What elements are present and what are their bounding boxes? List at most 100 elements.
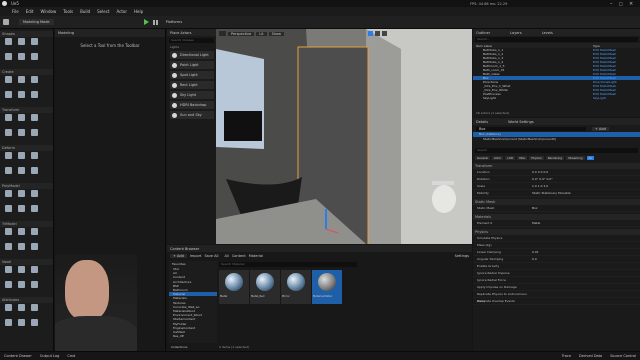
asset-tile[interactable]: Mirror xyxy=(281,270,311,304)
viewport-menu-button[interactable] xyxy=(219,31,226,36)
breadcrumb-content[interactable]: Content xyxy=(232,254,246,258)
tool-button[interactable] xyxy=(2,205,15,218)
play-icon[interactable] xyxy=(143,19,149,25)
platforms-button[interactable]: Platforms xyxy=(166,20,183,24)
level-viewport[interactable]: Perspective Lit Show 10 10° 0.25 4 xyxy=(216,29,472,244)
details-filter-tab[interactable]: All xyxy=(586,156,594,160)
tool-button[interactable] xyxy=(28,190,41,203)
outliner-row[interactable]: SkyLight SkyLight xyxy=(473,96,640,100)
outliner-tab[interactable]: Outliner xyxy=(476,31,490,35)
levels-tab[interactable]: Levels xyxy=(542,31,553,35)
menu-select[interactable]: Select xyxy=(97,9,109,14)
collections-header[interactable]: Collections xyxy=(171,345,187,349)
camera-speed-value[interactable]: 4 xyxy=(419,32,421,36)
tool-button[interactable] xyxy=(28,167,41,180)
tool-button[interactable] xyxy=(15,205,28,218)
grid-snap-value[interactable]: 10 xyxy=(391,32,395,36)
modeling-tab[interactable]: Modeling xyxy=(58,31,74,35)
tool-button[interactable] xyxy=(2,319,15,332)
tool-button[interactable] xyxy=(15,228,28,241)
tool-button[interactable] xyxy=(2,243,15,256)
cb-save-all-button[interactable]: Save All xyxy=(204,254,218,258)
tool-button[interactable] xyxy=(2,190,15,203)
outliner-search[interactable]: Search... xyxy=(475,37,638,42)
property-value[interactable]: Metal xyxy=(532,220,640,226)
tool-button[interactable] xyxy=(15,281,28,294)
outliner-row-type[interactable]: SkyLight xyxy=(593,96,606,100)
property-value[interactable] xyxy=(532,298,640,304)
tool-button[interactable] xyxy=(2,281,15,294)
tool-button[interactable] xyxy=(28,205,41,218)
cb-search[interactable]: Search Material xyxy=(219,262,357,267)
details-search[interactable]: Search xyxy=(475,148,638,153)
tool-button[interactable] xyxy=(2,129,15,142)
tool-button[interactable] xyxy=(15,152,28,165)
tool-button[interactable] xyxy=(28,152,41,165)
details-tab[interactable]: Details xyxy=(476,120,488,124)
tool-button[interactable] xyxy=(15,91,28,104)
property-value[interactable]: Box xyxy=(532,205,640,211)
details-filter-tab[interactable]: General xyxy=(475,156,491,160)
component-child[interactable]: StaticMeshComponent (StaticMeshComponent… xyxy=(473,137,640,142)
tool-button[interactable] xyxy=(15,319,28,332)
tool-button[interactable] xyxy=(2,228,15,241)
col-type[interactable]: Type xyxy=(593,44,600,48)
tool-button[interactable] xyxy=(28,281,41,294)
tool-button[interactable] xyxy=(28,266,41,279)
actor-name[interactable]: Box xyxy=(476,126,586,131)
property-value[interactable]: 0.0° 0.0° 0.0° xyxy=(532,176,640,182)
property-value[interactable] xyxy=(532,277,640,283)
menu-actor[interactable]: Actor xyxy=(116,9,127,14)
tool-button[interactable] xyxy=(28,114,41,127)
details-filter-tab[interactable]: Rendering xyxy=(545,156,565,160)
asset-tile[interactable]: Metal xyxy=(219,270,249,304)
place-actor-item[interactable]: Sun and Sky xyxy=(170,111,214,119)
property-value[interactable] xyxy=(532,263,640,269)
menu-build[interactable]: Build xyxy=(80,9,90,14)
lit-button[interactable]: Lit xyxy=(256,31,267,36)
cmd-input[interactable]: Cmd xyxy=(67,354,75,358)
tool-button[interactable] xyxy=(28,53,41,66)
add-component-button[interactable]: + Add xyxy=(592,126,609,131)
perspective-button[interactable]: Perspective xyxy=(228,31,255,36)
tool-button[interactable] xyxy=(28,129,41,142)
details-filter-tab[interactable]: Actor xyxy=(492,156,504,160)
trace-button[interactable]: Trace xyxy=(562,354,571,358)
asset-tile[interactable]: Metal_Red xyxy=(250,270,280,304)
menu-window[interactable]: Window xyxy=(40,9,56,14)
maximize-button[interactable]: □ xyxy=(619,1,623,6)
tool-button[interactable] xyxy=(2,91,15,104)
place-actor-item[interactable]: Spot Light xyxy=(170,71,214,79)
cb-add-button[interactable]: + Add xyxy=(170,254,187,258)
property-value[interactable]: 1.0 1.0 1.0 xyxy=(532,183,640,189)
tool-button[interactable] xyxy=(15,53,28,66)
tool-button[interactable] xyxy=(2,152,15,165)
cb-import-button[interactable]: Import xyxy=(190,254,202,258)
place-actor-item[interactable]: Point Light xyxy=(170,61,214,69)
scale-snap-value[interactable]: 0.25 xyxy=(408,32,415,36)
tool-button[interactable] xyxy=(15,129,28,142)
tool-button[interactable] xyxy=(28,243,41,256)
close-button[interactable]: × xyxy=(629,1,633,7)
world-settings-tab[interactable]: World Settings xyxy=(508,120,534,124)
details-filter-tab[interactable]: Misc xyxy=(517,156,528,160)
translate-icon[interactable] xyxy=(368,31,373,36)
property-value[interactable] xyxy=(532,284,640,290)
property-value[interactable]: Static Stationary Movable xyxy=(532,190,640,196)
details-filter-tab[interactable]: Streaming xyxy=(566,156,585,160)
place-actor-item[interactable]: Rect Light xyxy=(170,81,214,89)
breadcrumb-all[interactable]: All xyxy=(225,254,229,258)
menu-edit[interactable]: Edit xyxy=(26,9,34,14)
cb-settings-button[interactable]: Settings xyxy=(455,254,469,258)
property-value[interactable] xyxy=(532,291,640,297)
tool-button[interactable] xyxy=(2,266,15,279)
tool-button[interactable] xyxy=(15,304,28,317)
place-actor-item[interactable]: HDRI Backdrop xyxy=(170,101,214,109)
show-button[interactable]: Show xyxy=(268,31,285,36)
property-value[interactable]: 0.0 xyxy=(532,256,640,262)
derived-data-button[interactable]: Derived Data xyxy=(579,354,602,358)
place-actors-search[interactable]: Search Classes xyxy=(169,38,214,43)
tool-button[interactable] xyxy=(2,76,15,89)
pause-icon[interactable] xyxy=(152,19,158,25)
tool-button[interactable] xyxy=(2,304,15,317)
